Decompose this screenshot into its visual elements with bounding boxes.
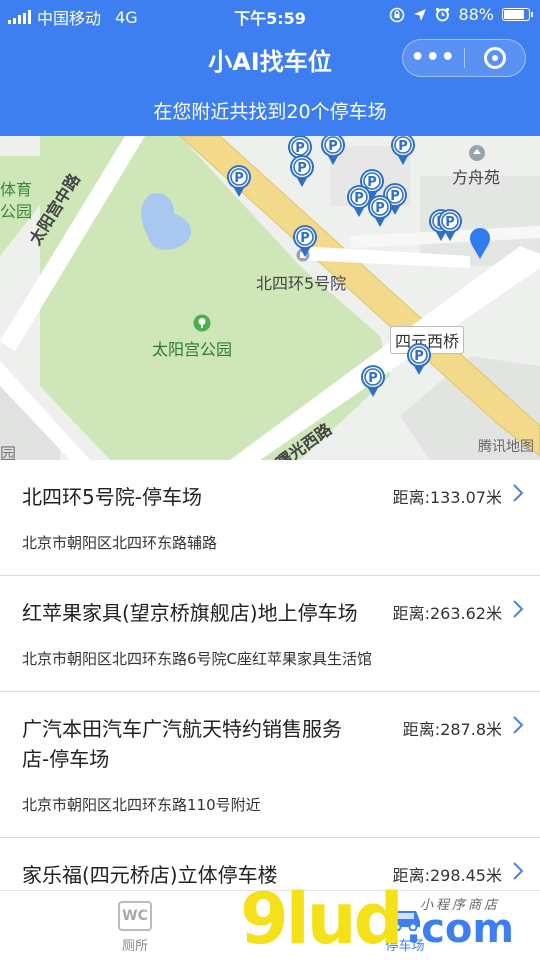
parking-marker-icon[interactable]: P bbox=[226, 164, 252, 198]
parking-list: 北四环5号院-停车场 距离:133.07米 北京市朝阳区北四环东路辅路 红苹果家… bbox=[0, 460, 540, 890]
lot-address: 北京市朝阳区北四环东路6号院C座红苹果家具生活馆 bbox=[22, 650, 373, 668]
svg-text:P: P bbox=[414, 349, 424, 364]
tab-parking[interactable]: 停车场 bbox=[270, 891, 540, 960]
chevron-right-icon bbox=[513, 716, 524, 734]
poi-icon bbox=[469, 145, 485, 161]
chevron-right-icon bbox=[513, 484, 524, 502]
status-right: 88% bbox=[389, 5, 533, 24]
alarm-icon bbox=[436, 7, 450, 22]
tab-bar: WC 厕所 停车场 bbox=[0, 890, 540, 960]
svg-text:P: P bbox=[445, 215, 455, 230]
parking-marker-icon[interactable]: P bbox=[360, 364, 386, 398]
lot-address: 北京市朝阳区北四环东路辅路 bbox=[22, 534, 218, 552]
close-button[interactable] bbox=[464, 47, 525, 69]
list-item[interactable]: 红苹果家具(望京桥旗舰店)地上停车场 距离:263.62米 北京市朝阳区北四环东… bbox=[0, 576, 540, 692]
map-label-beisihuan5: 北四环5号院 bbox=[256, 274, 347, 293]
parking-marker-icon[interactable]: P bbox=[320, 136, 346, 166]
lot-distance: 距离:133.07米 bbox=[392, 488, 502, 507]
map-label-taiyanggong-park: 太阳宫公园 bbox=[152, 340, 233, 359]
parking-marker-icon[interactable]: P bbox=[390, 136, 416, 166]
close-target-icon bbox=[483, 47, 506, 69]
map-label-gongyuan: 公园 bbox=[0, 202, 33, 221]
lot-distance: 距离:287.8米 bbox=[402, 720, 502, 739]
svg-text:P: P bbox=[328, 139, 338, 154]
chevron-right-icon bbox=[513, 600, 524, 618]
status-bar: 中国移动 4G 下午5:59 88% bbox=[0, 0, 540, 30]
wc-icon: WC bbox=[118, 901, 152, 931]
svg-text:P: P bbox=[354, 191, 364, 206]
park-poi-icon bbox=[193, 314, 211, 332]
tab-toilet[interactable]: WC 厕所 bbox=[0, 891, 270, 960]
map-view[interactable]: 方舟苑 体育 公园 太阳宫中路 北四环5号院 太阳宫公园 四元西桥 曙光西路 园… bbox=[0, 136, 540, 460]
list-item[interactable]: 广汽本田汽车广汽航天特约销售服务店-停车场 距离:287.8米 北京市朝阳区北四… bbox=[0, 692, 540, 838]
map-provider-logo: 腾讯地图 bbox=[478, 439, 534, 455]
battery-icon bbox=[502, 8, 533, 21]
tab-label: 厕所 bbox=[121, 939, 148, 954]
parking-marker-icon[interactable]: P bbox=[289, 154, 315, 188]
parking-marker-icon[interactable]: P bbox=[292, 224, 318, 258]
list-item[interactable]: 家乐福(四元桥店)立体停车楼 距离:298.45米 bbox=[0, 838, 540, 890]
rotation-lock-icon bbox=[390, 7, 405, 22]
svg-text:P: P bbox=[375, 201, 385, 216]
map-label-fangzhouyuan: 方舟苑 bbox=[452, 168, 501, 187]
map-label-tiyu: 体育 bbox=[0, 180, 33, 199]
map-label-yuan: 园 bbox=[0, 444, 17, 460]
tab-label: 停车场 bbox=[385, 939, 425, 954]
svg-text:P: P bbox=[300, 231, 310, 246]
lot-distance: 距离:263.62米 bbox=[392, 604, 502, 623]
parking-marker-icon[interactable]: P bbox=[437, 208, 463, 242]
lot-distance: 距离:298.45米 bbox=[392, 866, 502, 885]
battery-percent: 88% bbox=[458, 5, 494, 24]
svg-text:P: P bbox=[234, 171, 244, 186]
lot-address: 北京市朝阳区北四环东路110号附近 bbox=[22, 796, 261, 814]
result-summary: 在您附近共找到20个停车场 bbox=[0, 88, 540, 136]
svg-text:P: P bbox=[398, 139, 408, 154]
list-item[interactable]: 北四环5号院-停车场 距离:133.07米 北京市朝阳区北四环东路辅路 bbox=[0, 460, 540, 576]
parking-marker-icon[interactable]: P bbox=[367, 194, 393, 228]
location-arrow-icon bbox=[414, 8, 427, 21]
more-button[interactable]: ••• bbox=[403, 40, 464, 76]
current-location-icon bbox=[470, 228, 490, 259]
svg-text:P: P bbox=[297, 161, 307, 176]
svg-text:P: P bbox=[368, 371, 378, 386]
chevron-right-icon bbox=[513, 862, 524, 880]
parking-marker-icon[interactable]: P bbox=[406, 342, 432, 376]
car-icon bbox=[390, 911, 420, 931]
miniprogram-capsule: ••• bbox=[402, 39, 526, 77]
nav-bar: 小AI找车位 ••• bbox=[0, 30, 540, 88]
